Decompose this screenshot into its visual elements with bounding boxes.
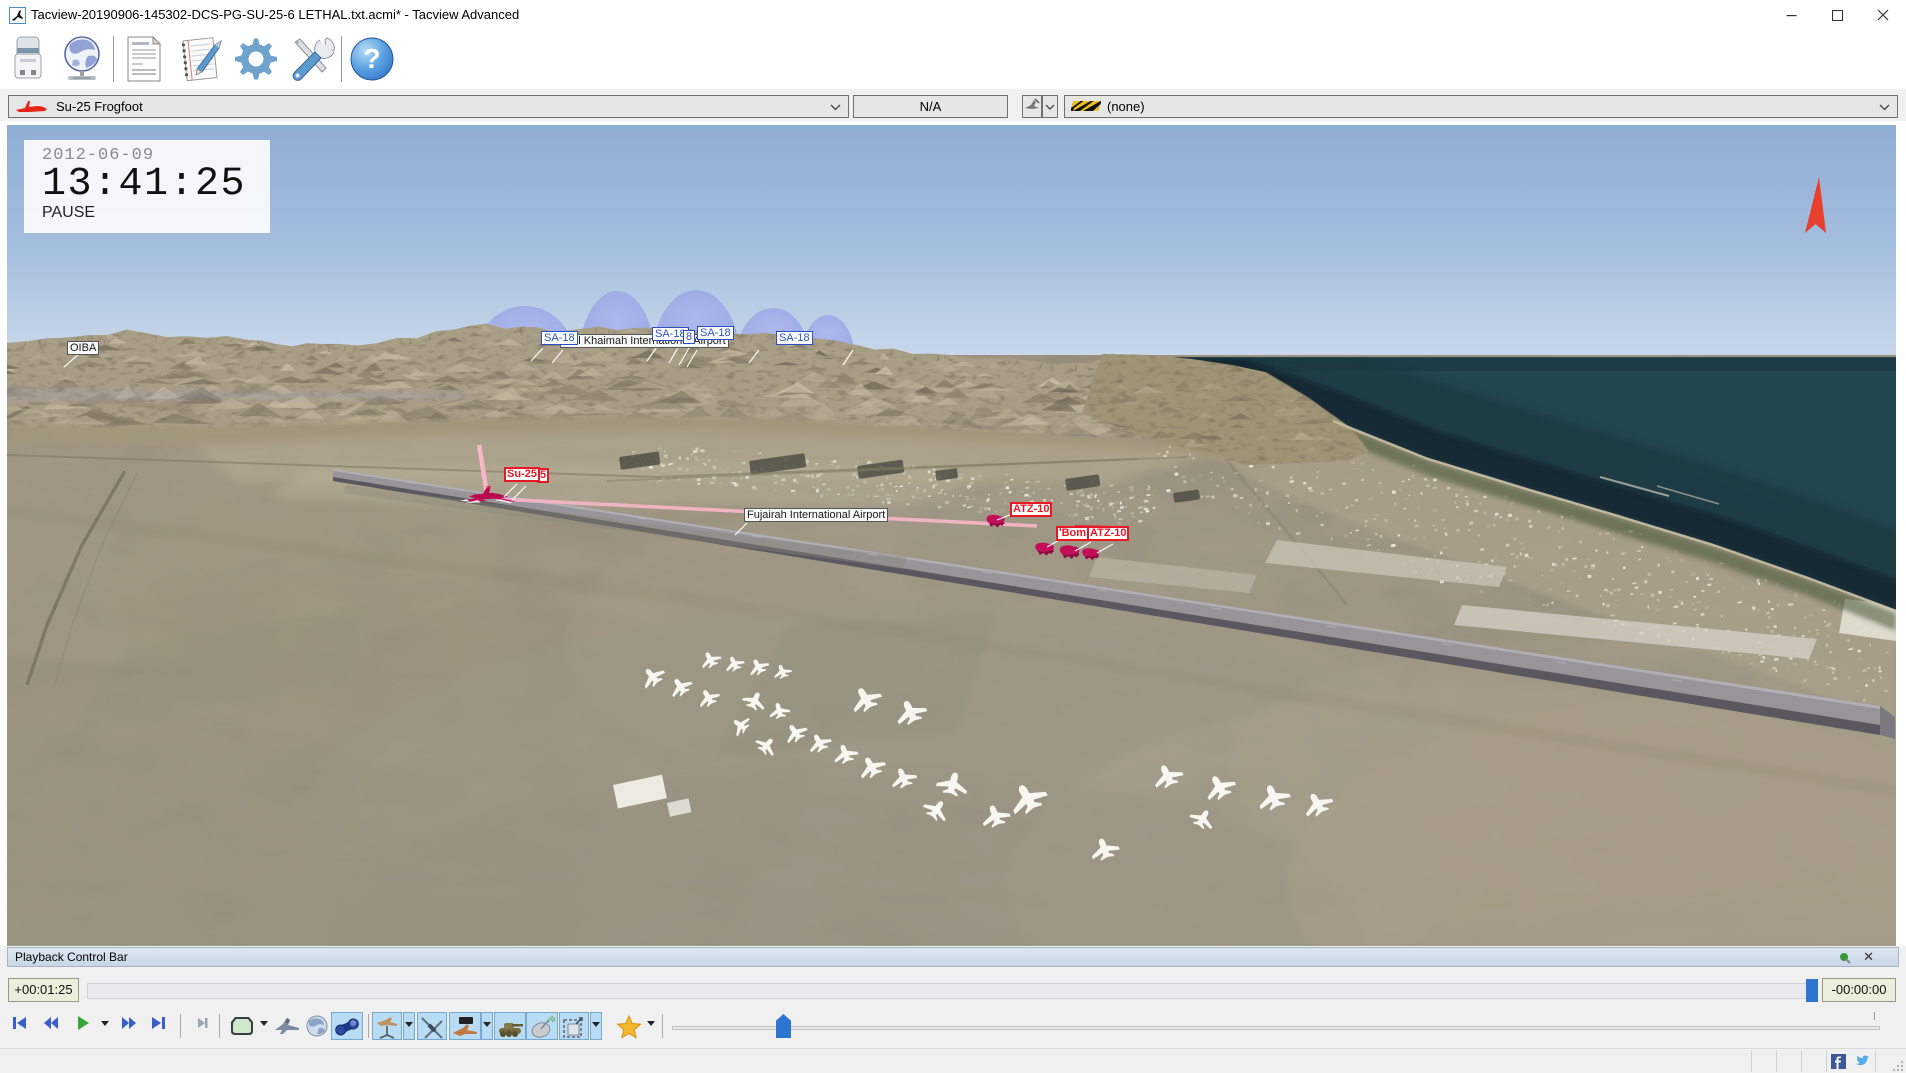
svg-text:?: ?	[363, 43, 380, 74]
